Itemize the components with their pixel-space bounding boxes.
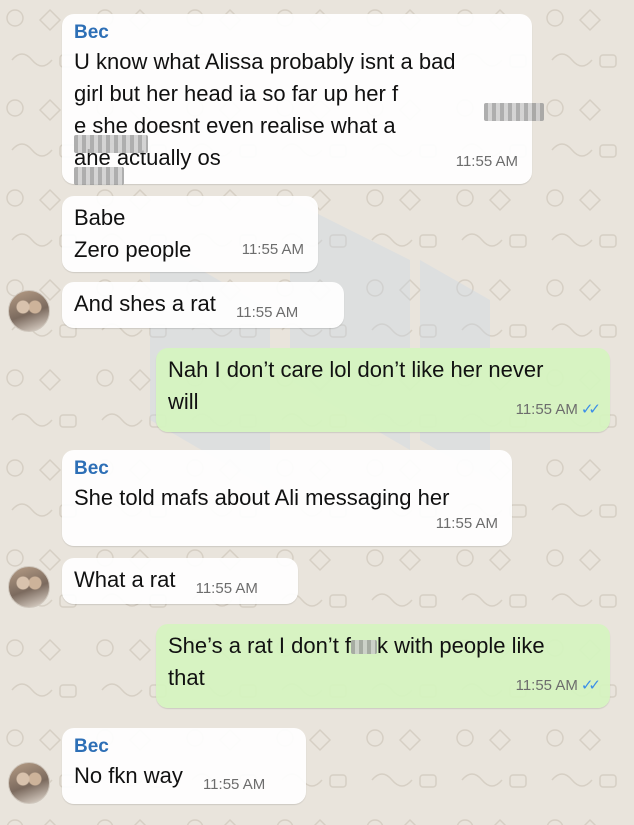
double-check-icon: ✓✓	[580, 401, 601, 418]
message-bubble-incoming[interactable]: And shes a rat 11:55 AM	[62, 282, 344, 328]
message-text: What a rat	[74, 567, 176, 592]
message-timestamp: 11:55 AM	[455, 153, 518, 170]
double-check-icon: ✓✓	[580, 677, 601, 694]
message-timestamp: 11:55 AM ✓✓	[515, 401, 601, 418]
message-timestamp: 11:55 AM	[435, 515, 498, 532]
message-bubble-incoming[interactable]: Bec U know what Alissa probably isnt a b…	[62, 14, 544, 185]
sender-name: Bec	[74, 22, 109, 43]
sender-name: Bec	[74, 458, 109, 479]
sender-name: Bec	[74, 736, 109, 757]
message-bubble-incoming[interactable]: Babe Zero people 11:55 AM	[62, 196, 318, 272]
message-timestamp: 11:55 AM	[202, 776, 266, 793]
contact-avatar[interactable]	[8, 566, 50, 608]
message-text: U know what Alissa probably isnt a bad g…	[74, 49, 456, 170]
message-bubble-incoming[interactable]: Bec She told mafs about Ali messaging he…	[62, 450, 512, 546]
message-timestamp: 11:55 AM	[241, 241, 304, 258]
message-bubble-outgoing[interactable]: She’s a rat I don’t fk with people like …	[156, 624, 610, 708]
message-bubble-incoming[interactable]: What a rat 11:55 AM	[62, 558, 298, 604]
message-timestamp: 11:55 AM	[236, 304, 299, 321]
redaction-blur	[484, 103, 544, 121]
message-text: And shes a rat	[74, 291, 216, 316]
message-bubble-incoming[interactable]: Bec No fkn way 11:55 AM	[62, 728, 306, 804]
redaction-blur	[74, 167, 124, 185]
message-timestamp: 11:55 AM	[195, 580, 258, 597]
redaction-blur	[351, 640, 378, 655]
message-text: No fkn way	[74, 763, 183, 788]
message-bubble-outgoing[interactable]: Nah I don’t care lol don’t like her neve…	[156, 348, 610, 432]
redaction-blur	[74, 135, 148, 153]
message-timestamp: 11:55 AM ✓✓	[515, 677, 601, 694]
contact-avatar[interactable]	[8, 762, 50, 804]
contact-avatar[interactable]	[8, 290, 50, 332]
